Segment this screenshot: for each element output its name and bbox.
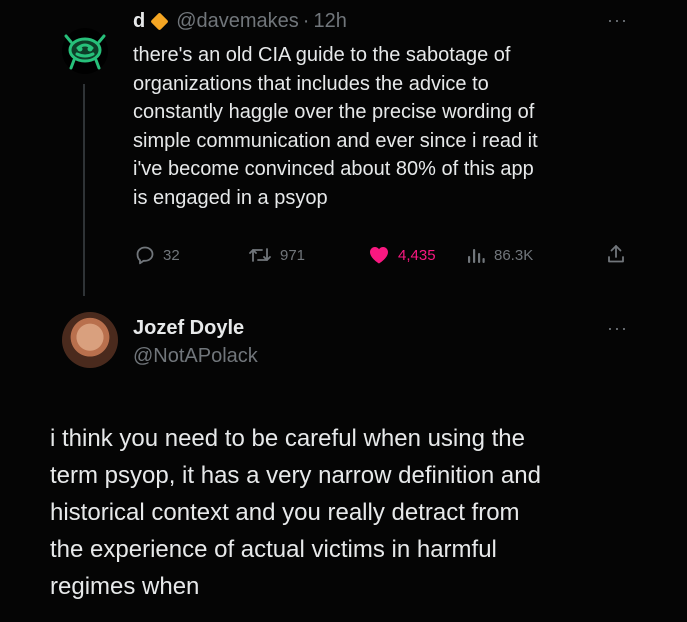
like-button[interactable]: 4,435 xyxy=(368,245,436,265)
analytics-icon xyxy=(468,249,485,263)
more-options-button[interactable]: ··· xyxy=(607,10,628,31)
reply-icon xyxy=(136,246,154,265)
author-avatar[interactable] xyxy=(62,28,108,74)
retweet-icon xyxy=(249,248,271,262)
reply-count: 32 xyxy=(163,246,180,264)
view-count: 86.3K xyxy=(494,246,534,264)
original-tweet[interactable]: d @davemakes · 12h ··· there's an old CI… xyxy=(0,0,687,296)
tweet-header: d @davemakes · 12h xyxy=(133,10,347,33)
reply-author-name[interactable]: Jozef Doyle xyxy=(133,317,244,340)
like-count: 4,435 xyxy=(398,246,436,264)
green-creature-icon xyxy=(64,34,106,70)
screenshot-frame: d @davemakes · 12h ··· there's an old CI… xyxy=(0,0,687,622)
retweet-button[interactable]: 971 xyxy=(248,245,305,265)
tweet-timestamp[interactable]: 12h xyxy=(313,10,346,33)
heart-icon xyxy=(370,247,388,264)
tweet-action-bar: 32 971 4,435 86.3K xyxy=(0,243,687,271)
reply-button[interactable]: 32 xyxy=(135,245,180,265)
author-name[interactable]: d xyxy=(133,10,145,33)
retweet-count: 971 xyxy=(280,246,306,264)
tweet-text: there's an old CIA guide to the sabotage… xyxy=(133,44,538,209)
header-separator: · xyxy=(302,10,310,32)
reply-author-handle[interactable]: @NotAPolack xyxy=(133,345,258,368)
author-handle[interactable]: @davemakes xyxy=(176,10,299,33)
reply-text: i think you need to be careful when usin… xyxy=(50,425,541,600)
share-icon xyxy=(608,245,624,263)
verified-badge-icon xyxy=(150,12,169,31)
share-button[interactable] xyxy=(606,243,626,265)
views-button[interactable]: 86.3K xyxy=(466,245,533,265)
reply-author-avatar[interactable] xyxy=(62,312,118,368)
reply-more-options-button[interactable]: ··· xyxy=(607,318,628,339)
